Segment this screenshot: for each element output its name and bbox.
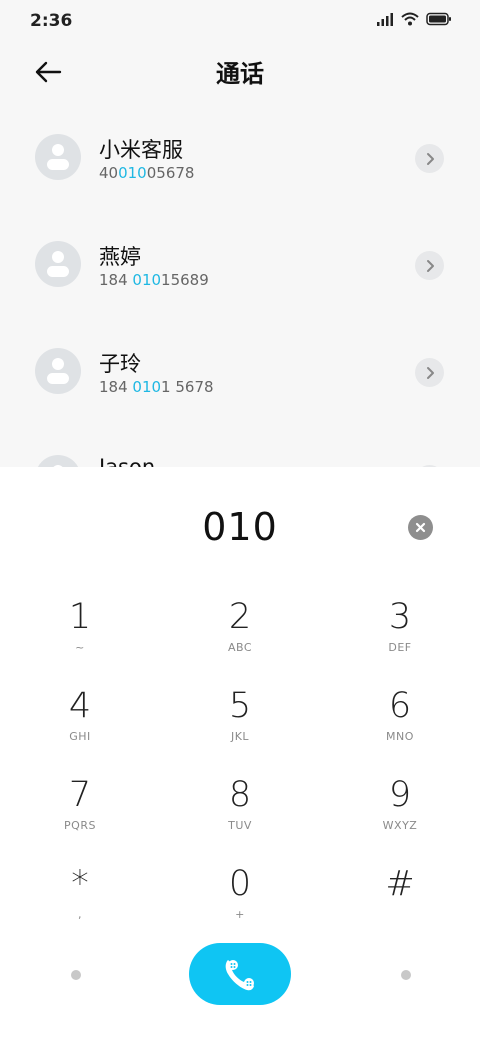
contact-name: 子玲 [99,352,141,376]
key-digit: * [71,864,89,904]
avatar [35,348,81,394]
key-digit: 8 [228,775,252,815]
chevron-right-icon [426,152,434,165]
chevron-right-icon [426,366,434,379]
key-digit: 0 [228,864,252,904]
right-dot[interactable] [401,970,411,980]
contact-row[interactable]: 燕婷 184 01015689 [0,211,480,318]
avatar [35,241,81,287]
key-4[interactable]: 4 GHI [20,686,140,766]
key-letters: WXYZ [382,819,418,832]
contact-number: 184 0101 5678 [99,378,214,396]
clear-icon [415,522,426,533]
contact-detail-button[interactable] [415,251,444,280]
key-letters: GHI [69,730,91,743]
clear-button[interactable] [408,515,433,540]
contact-row[interactable]: 小米客服 4001005678 [0,104,480,211]
key-7[interactable]: 7 PQRS [20,775,140,855]
contact-row[interactable]: Jason [0,425,480,468]
key-digit: 2 [228,597,252,637]
key-1[interactable]: 1 ~ [20,597,140,677]
key-digit: 1 [68,597,92,637]
key-6[interactable]: 6 MNO [340,686,460,766]
contact-detail-button[interactable] [415,144,444,173]
key-letters: MNO [386,730,414,743]
key-letters: TUV [228,819,252,832]
phone-icon [225,960,254,991]
key-letters: ABC [227,641,253,654]
key-9[interactable]: 9 WXYZ [340,775,460,855]
left-dot[interactable] [71,970,81,980]
contact-number: 184 01015689 [99,271,209,289]
wifi-icon [401,12,419,26]
status-icons [376,12,452,26]
chevron-right-icon [426,259,434,272]
page-title: 通话 [216,60,264,88]
contact-detail-button[interactable] [415,358,444,387]
key-hash[interactable]: # [340,864,460,944]
key-2[interactable]: 2 ABC [180,597,300,677]
key-digit: 9 [388,775,412,815]
battery-icon [426,12,451,26]
key-digit: 5 [228,686,252,726]
key-letters: JKL [230,730,250,743]
key-3[interactable]: 3 DEF [340,597,460,677]
key-8[interactable]: 8 TUV [180,775,300,855]
status-bar: 2:36 [0,0,480,42]
contact-row[interactable]: 子玲 184 0101 5678 [0,318,480,425]
dialpad: 010 1 ~ 2 ABC 3 DEF 4 GHI 5 JKL 6 MNO 7 … [0,467,480,1040]
key-letters: ~ [75,641,85,654]
key-5[interactable]: 5 JKL [180,686,300,766]
contact-number: 4001005678 [99,164,195,182]
avatar [35,134,81,180]
signal-icon [377,13,393,26]
key-star[interactable]: * , [20,864,140,944]
contact-list: 小米客服 4001005678 燕婷 184 01015689 子玲 184 0… [0,104,480,468]
contact-name: 小米客服 [99,138,183,162]
header: 通话 [0,42,480,102]
key-digit: 4 [68,686,92,726]
key-0[interactable]: 0 + [180,864,300,944]
key-letters: DEF [388,641,412,654]
key-digit: 6 [388,686,412,726]
key-digit: 7 [68,775,92,815]
key-digit: 3 [388,597,412,637]
status-time: 2:36 [30,11,73,31]
contact-name: 燕婷 [99,245,141,269]
call-button[interactable] [189,943,291,1005]
key-digit: # [385,864,415,904]
key-letters: + [235,908,245,921]
key-letters: PQRS [64,819,96,832]
key-letters: , [78,908,82,921]
